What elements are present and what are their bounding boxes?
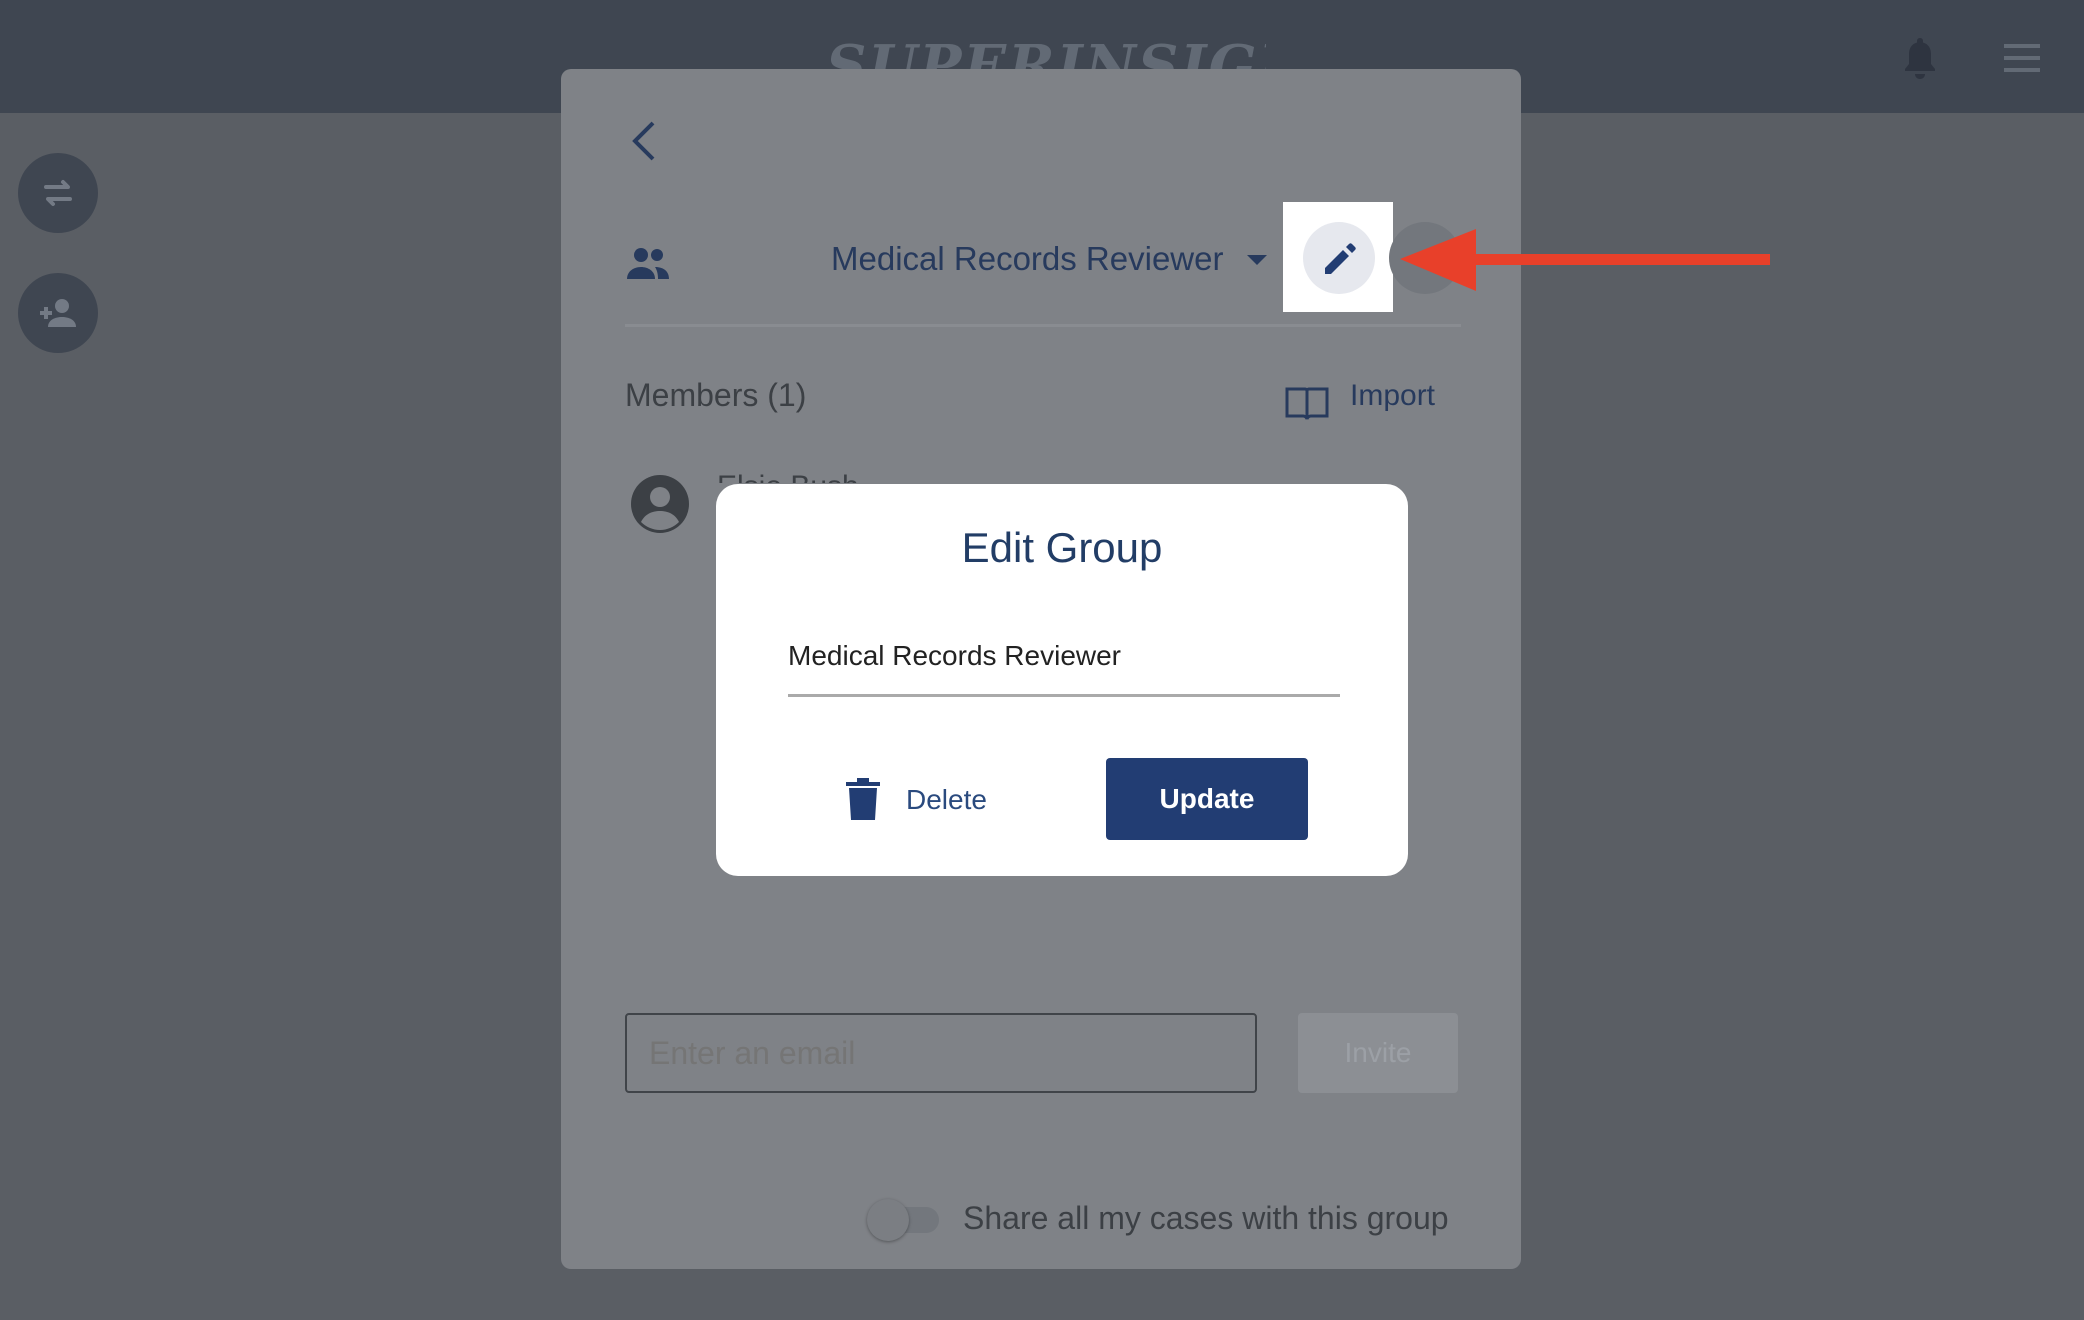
header-divider <box>625 324 1461 327</box>
edit-group-dialog: Edit Group Delete Update <box>716 484 1408 876</box>
edit-group-button[interactable] <box>1303 222 1375 294</box>
toggle-knob <box>867 1199 909 1241</box>
bell-icon[interactable] <box>1904 36 1936 80</box>
group-icon <box>627 248 669 279</box>
group-select[interactable]: Medical Records Reviewer <box>831 235 1223 283</box>
import-button[interactable]: Import <box>1350 379 1435 413</box>
input-underline <box>788 694 1340 697</box>
swap-arrows-icon <box>44 180 72 206</box>
trash-icon <box>846 778 880 820</box>
delete-button[interactable]: Delete <box>846 772 1046 832</box>
invite-button[interactable]: Invite <box>1298 1013 1458 1093</box>
share-toggle[interactable] <box>867 1199 939 1241</box>
group-name-input[interactable] <box>788 626 1340 686</box>
add-person-button[interactable] <box>18 273 98 353</box>
avatar-icon <box>631 475 689 533</box>
share-label: Share all my cases with this group <box>963 1200 1449 1236</box>
update-button[interactable]: Update <box>1106 758 1308 840</box>
pencil-icon <box>1325 243 1356 274</box>
email-input[interactable] <box>625 1013 1257 1093</box>
person-add-icon <box>40 299 76 327</box>
swap-button[interactable] <box>18 153 98 233</box>
dialog-title: Edit Group <box>961 524 1163 571</box>
dropdown-caret-icon[interactable] <box>1245 253 1269 267</box>
member-name: Elsie Bush <box>717 461 917 483</box>
back-arrow-icon[interactable] <box>623 117 663 165</box>
delete-label: Delete <box>906 784 987 815</box>
annotation-arrow <box>1400 229 1770 291</box>
hamburger-menu-icon[interactable] <box>2004 44 2040 72</box>
book-icon[interactable] <box>1283 383 1331 423</box>
members-count: Members (1) <box>625 377 807 413</box>
